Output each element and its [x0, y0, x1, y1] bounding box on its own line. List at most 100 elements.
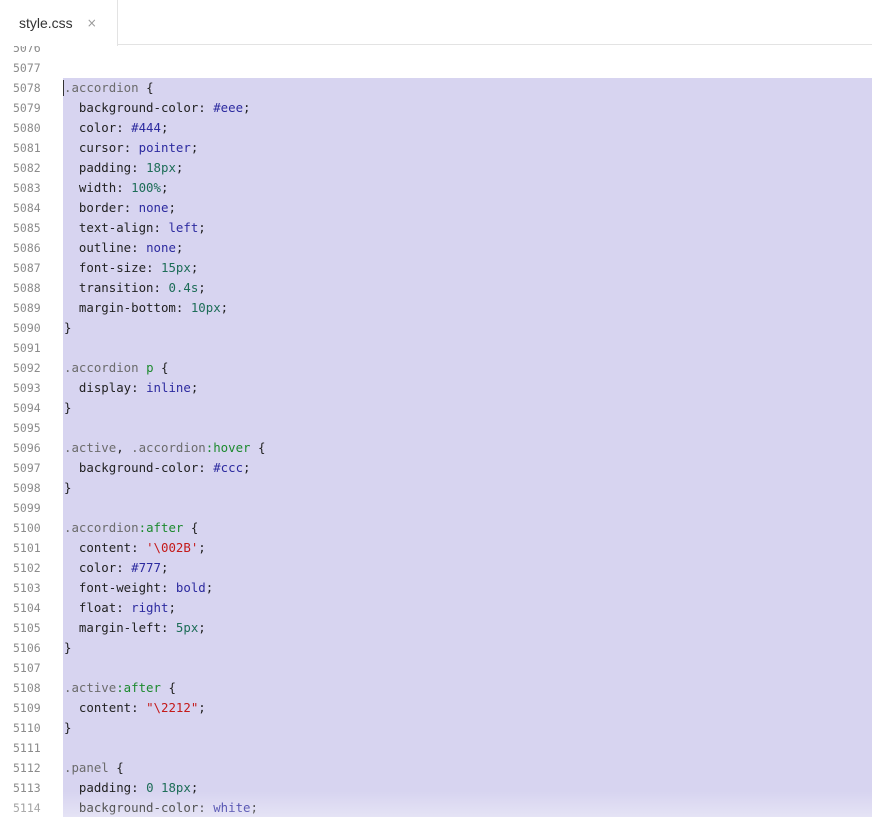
- code-line[interactable]: 5084 border: none;: [0, 198, 872, 218]
- code-token: }: [64, 400, 72, 415]
- code-text[interactable]: outline: none;: [63, 238, 872, 258]
- code-line[interactable]: 5106}: [0, 638, 872, 658]
- code-token: :: [116, 560, 132, 575]
- code-text[interactable]: cursor: pointer;: [63, 138, 872, 158]
- code-text[interactable]: background-color: #ccc;: [63, 458, 872, 478]
- code-line[interactable]: 5109 content: "\2212";: [0, 698, 872, 718]
- code-token: {: [160, 680, 176, 695]
- code-line[interactable]: 5097 background-color: #ccc;: [0, 458, 872, 478]
- code-line[interactable]: 5111: [0, 738, 872, 758]
- code-token: :: [160, 620, 176, 635]
- code-token: :: [131, 380, 147, 395]
- code-text[interactable]: [63, 58, 872, 78]
- code-text[interactable]: }: [63, 638, 872, 658]
- code-line[interactable]: 5079 background-color: #eee;: [0, 98, 872, 118]
- code-token: ;: [205, 580, 214, 595]
- code-line[interactable]: 5102 color: #777;: [0, 558, 872, 578]
- code-text[interactable]: background-color: #eee;: [63, 98, 872, 118]
- code-text[interactable]: padding: 0 18px;: [63, 778, 872, 798]
- code-token: p: [146, 360, 154, 375]
- code-text[interactable]: padding: 18px;: [63, 158, 872, 178]
- code-token: {: [153, 360, 169, 375]
- code-line[interactable]: 5104 float: right;: [0, 598, 872, 618]
- code-text[interactable]: }: [63, 398, 872, 418]
- code-text[interactable]: transition: 0.4s;: [63, 278, 872, 298]
- code-text[interactable]: .active:after {: [63, 678, 872, 698]
- code-line[interactable]: 5083 width: 100%;: [0, 178, 872, 198]
- code-line[interactable]: 5089 margin-bottom: 10px;: [0, 298, 872, 318]
- code-line[interactable]: 5092 .accordion p {: [0, 358, 872, 378]
- code-text[interactable]: content: "\2212";: [63, 698, 872, 718]
- code-text[interactable]: }: [63, 318, 872, 338]
- code-text[interactable]: font-weight: bold;: [63, 578, 872, 598]
- code-text[interactable]: margin-left: 5px;: [63, 618, 872, 638]
- code-line[interactable]: 5094}: [0, 398, 872, 418]
- code-line[interactable]: 5085 text-align: left;: [0, 218, 872, 238]
- code-text[interactable]: .accordion p {: [63, 358, 872, 378]
- line-number: 5081: [13, 141, 41, 155]
- code-line[interactable]: 5080 color: #444;: [0, 118, 872, 138]
- code-line[interactable]: 5099: [0, 498, 872, 518]
- code-line[interactable]: 5100 .accordion:after {: [0, 518, 872, 538]
- code-line[interactable]: 5096 .active, .accordion:hover {: [0, 438, 872, 458]
- code-line[interactable]: 5078 .accordion {: [0, 78, 872, 98]
- code-text[interactable]: font-size: 15px;: [63, 258, 872, 278]
- code-line[interactable]: 5114 background-color: white;: [0, 798, 872, 817]
- code-text[interactable]: margin-bottom: 10px;: [63, 298, 872, 318]
- code-line[interactable]: 5112 .panel {: [0, 758, 872, 778]
- code-line[interactable]: 5087 font-size: 15px;: [0, 258, 872, 278]
- code-text[interactable]: [63, 738, 872, 758]
- code-text[interactable]: color: #444;: [63, 118, 872, 138]
- code-token: right: [131, 600, 169, 615]
- code-text[interactable]: }: [63, 478, 872, 498]
- code-line[interactable]: 5093 display: inline;: [0, 378, 872, 398]
- code-line[interactable]: 5091: [0, 338, 872, 358]
- line-number: 5105: [13, 621, 41, 635]
- code-text[interactable]: width: 100%;: [63, 178, 872, 198]
- code-text[interactable]: text-align: left;: [63, 218, 872, 238]
- code-line[interactable]: 5113 padding: 0 18px;: [0, 778, 872, 798]
- code-line[interactable]: 5107: [0, 658, 872, 678]
- code-text[interactable]: [63, 658, 872, 678]
- code-line[interactable]: 5101 content: '\002B';: [0, 538, 872, 558]
- code-text[interactable]: float: right;: [63, 598, 872, 618]
- code-text[interactable]: .panel {: [63, 758, 872, 778]
- line-number: 5092: [13, 361, 41, 375]
- code-text[interactable]: display: inline;: [63, 378, 872, 398]
- code-line[interactable]: 5081 cursor: pointer;: [0, 138, 872, 158]
- code-line[interactable]: 5103 font-weight: bold;: [0, 578, 872, 598]
- code-text[interactable]: [63, 46, 872, 58]
- code-line[interactable]: 5098}: [0, 478, 872, 498]
- code-text[interactable]: background-color: white;: [63, 798, 872, 817]
- close-icon[interactable]: ×: [87, 17, 97, 29]
- code-editor[interactable]: 5076 5077 5078 .accordion {5079 background-…: [0, 46, 872, 817]
- code-line[interactable]: 5090}: [0, 318, 872, 338]
- code-token: :: [153, 280, 169, 295]
- code-text[interactable]: color: #777;: [63, 558, 872, 578]
- code-line[interactable]: 5110}: [0, 718, 872, 738]
- code-text[interactable]: .accordion:after {: [63, 518, 872, 538]
- code-token: :: [131, 700, 147, 715]
- code-text[interactable]: }: [63, 718, 872, 738]
- code-line[interactable]: 5108 .active:after {: [0, 678, 872, 698]
- code-token: ;: [175, 160, 184, 175]
- code-line[interactable]: 5088 transition: 0.4s;: [0, 278, 872, 298]
- code-text[interactable]: border: none;: [63, 198, 872, 218]
- code-line[interactable]: 5095: [0, 418, 872, 438]
- code-token: :: [153, 220, 169, 235]
- code-line[interactable]: 5082 padding: 18px;: [0, 158, 872, 178]
- code-token: {: [250, 440, 266, 455]
- code-text[interactable]: [63, 338, 872, 358]
- code-text[interactable]: .active, .accordion:hover {: [63, 438, 872, 458]
- code-line[interactable]: 5086 outline: none;: [0, 238, 872, 258]
- code-text[interactable]: [63, 498, 872, 518]
- code-line[interactable]: 5076: [0, 46, 872, 58]
- code-line[interactable]: 5077: [0, 58, 872, 78]
- code-token: padding: [64, 780, 132, 795]
- code-text[interactable]: content: '\002B';: [63, 538, 872, 558]
- tab-style-css[interactable]: style.css ×: [0, 0, 118, 46]
- code-text[interactable]: [63, 418, 872, 438]
- code-text[interactable]: .accordion {: [63, 78, 872, 98]
- code-line[interactable]: 5105 margin-left: 5px;: [0, 618, 872, 638]
- code-token: :: [160, 580, 176, 595]
